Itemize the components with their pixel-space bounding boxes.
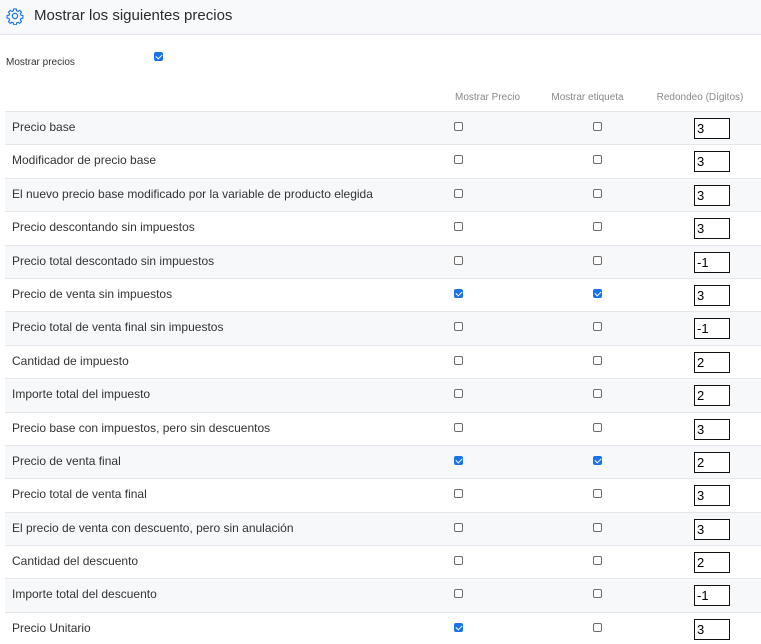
show-price-checkbox[interactable] bbox=[454, 222, 463, 232]
rounding-digits-input[interactable] bbox=[694, 618, 730, 640]
row-label: Cantidad de impuesto bbox=[12, 353, 129, 368]
rounding-digits-input[interactable] bbox=[694, 385, 730, 407]
show-label-checkbox[interactable] bbox=[593, 389, 602, 399]
show-price-checkbox[interactable] bbox=[454, 556, 463, 566]
show-label-checkbox[interactable] bbox=[593, 622, 602, 632]
table-row: Precio total de venta final sin impuesto… bbox=[5, 311, 761, 345]
table-row: Precio base con impuestos, pero sin desc… bbox=[5, 411, 761, 445]
show-label-checkbox[interactable] bbox=[593, 455, 602, 465]
row-label: Precio total descontado sin impuestos bbox=[12, 253, 215, 268]
show-label-checkbox[interactable] bbox=[593, 556, 602, 566]
rounding-digits-input[interactable] bbox=[694, 585, 730, 607]
show-prices-checkbox[interactable] bbox=[154, 52, 163, 61]
table-row: Precio descontando sin impuestos bbox=[5, 211, 761, 245]
row-label: Precio de venta final bbox=[12, 453, 121, 468]
table-row: El precio de venta con descuento, pero s… bbox=[5, 511, 761, 546]
rounding-digits-input[interactable] bbox=[694, 318, 730, 340]
column-header-rounding: Redondeo (Dígitos) bbox=[656, 92, 744, 103]
row-label: Precio descontando sin impuestos bbox=[12, 220, 195, 235]
table-row: Importe total del impuesto bbox=[5, 378, 761, 412]
show-price-checkbox[interactable] bbox=[454, 288, 463, 298]
row-label: Precio Unitario bbox=[12, 620, 91, 635]
show-label-checkbox[interactable] bbox=[593, 489, 602, 499]
table-row: Modificador de precio base bbox=[5, 144, 761, 178]
table-row: Precio de venta sin impuestos bbox=[5, 277, 761, 312]
rounding-digits-input[interactable] bbox=[694, 218, 730, 240]
show-price-checkbox[interactable] bbox=[454, 422, 463, 432]
table-row: Precio total de venta final bbox=[5, 478, 761, 512]
column-header-show-price: Mostrar Precio bbox=[454, 92, 520, 103]
table-row: El nuevo precio base modificado por la v… bbox=[5, 177, 761, 212]
row-label: Precio total de venta final sin impuesto… bbox=[12, 320, 224, 335]
show-price-checkbox[interactable] bbox=[454, 589, 463, 599]
table-row: Importe total del descuento bbox=[5, 578, 761, 612]
show-label-checkbox[interactable] bbox=[593, 222, 602, 232]
show-label-checkbox[interactable] bbox=[593, 422, 602, 432]
row-label: Precio base bbox=[12, 120, 76, 134]
table-row: Cantidad del descuento bbox=[5, 545, 761, 579]
show-label-checkbox[interactable] bbox=[593, 188, 602, 198]
show-label-checkbox[interactable] bbox=[593, 355, 602, 365]
show-price-checkbox[interactable] bbox=[454, 522, 463, 532]
column-header-show-label: Mostrar etiqueta bbox=[551, 92, 624, 103]
show-price-checkbox[interactable] bbox=[454, 389, 463, 399]
rounding-digits-input[interactable] bbox=[694, 251, 730, 273]
show-label-checkbox[interactable] bbox=[593, 589, 602, 599]
row-label: Precio de venta sin impuestos bbox=[12, 286, 173, 301]
table-row: Precio base bbox=[5, 111, 761, 145]
show-price-checkbox[interactable] bbox=[454, 455, 463, 465]
show-price-checkbox[interactable] bbox=[454, 155, 463, 165]
rounding-digits-input[interactable] bbox=[694, 184, 730, 206]
show-price-checkbox[interactable] bbox=[454, 255, 463, 265]
table-row: Precio Unitario bbox=[5, 611, 761, 644]
row-label: Importe total del descuento bbox=[12, 587, 157, 602]
show-price-checkbox[interactable] bbox=[454, 622, 463, 632]
show-price-checkbox[interactable] bbox=[454, 322, 463, 332]
show-label-checkbox[interactable] bbox=[593, 322, 602, 332]
row-label: Cantidad del descuento bbox=[12, 554, 139, 569]
table-row: Precio de venta final bbox=[5, 444, 761, 479]
rounding-digits-input[interactable] bbox=[694, 351, 730, 373]
show-price-checkbox[interactable] bbox=[454, 355, 463, 365]
table-row: Precio total descontado sin impuestos bbox=[5, 244, 761, 278]
price-table: Precio base Modificador de precio base El … bbox=[5, 111, 761, 644]
section-header: Mostrar los siguientes precios bbox=[0, 0, 761, 35]
show-label-checkbox[interactable] bbox=[593, 522, 602, 532]
row-label: El precio de venta con descuento, pero s… bbox=[12, 520, 294, 535]
row-label: Precio total de venta final bbox=[12, 487, 147, 502]
show-price-checkbox[interactable] bbox=[454, 489, 463, 499]
table-row: Cantidad de impuesto bbox=[5, 344, 761, 379]
show-label-checkbox[interactable] bbox=[593, 255, 602, 265]
rounding-digits-input[interactable] bbox=[694, 451, 730, 473]
rounding-digits-input[interactable] bbox=[694, 284, 730, 306]
rounding-digits-input[interactable] bbox=[694, 485, 730, 507]
show-price-checkbox[interactable] bbox=[454, 122, 463, 131]
show-label-checkbox[interactable] bbox=[593, 122, 602, 131]
show-label-checkbox[interactable] bbox=[593, 288, 602, 298]
show-prices-label: Mostrar precios bbox=[6, 57, 75, 68]
row-label: Importe total del impuesto bbox=[12, 387, 151, 402]
row-label: Precio base con impuestos, pero sin desc… bbox=[12, 420, 271, 435]
show-label-checkbox[interactable] bbox=[593, 155, 602, 165]
gear-icon[interactable] bbox=[6, 7, 24, 25]
rounding-digits-input[interactable] bbox=[694, 418, 730, 440]
rounding-digits-input[interactable] bbox=[694, 151, 730, 173]
rounding-digits-input[interactable] bbox=[694, 118, 730, 139]
row-label: Modificador de precio base bbox=[12, 153, 157, 168]
rounding-digits-input[interactable] bbox=[694, 518, 730, 540]
show-price-checkbox[interactable] bbox=[454, 188, 463, 198]
row-label: El nuevo precio base modificado por la v… bbox=[12, 186, 373, 201]
rounding-digits-input[interactable] bbox=[694, 552, 730, 574]
page-title: Mostrar los siguientes precios bbox=[34, 7, 233, 24]
